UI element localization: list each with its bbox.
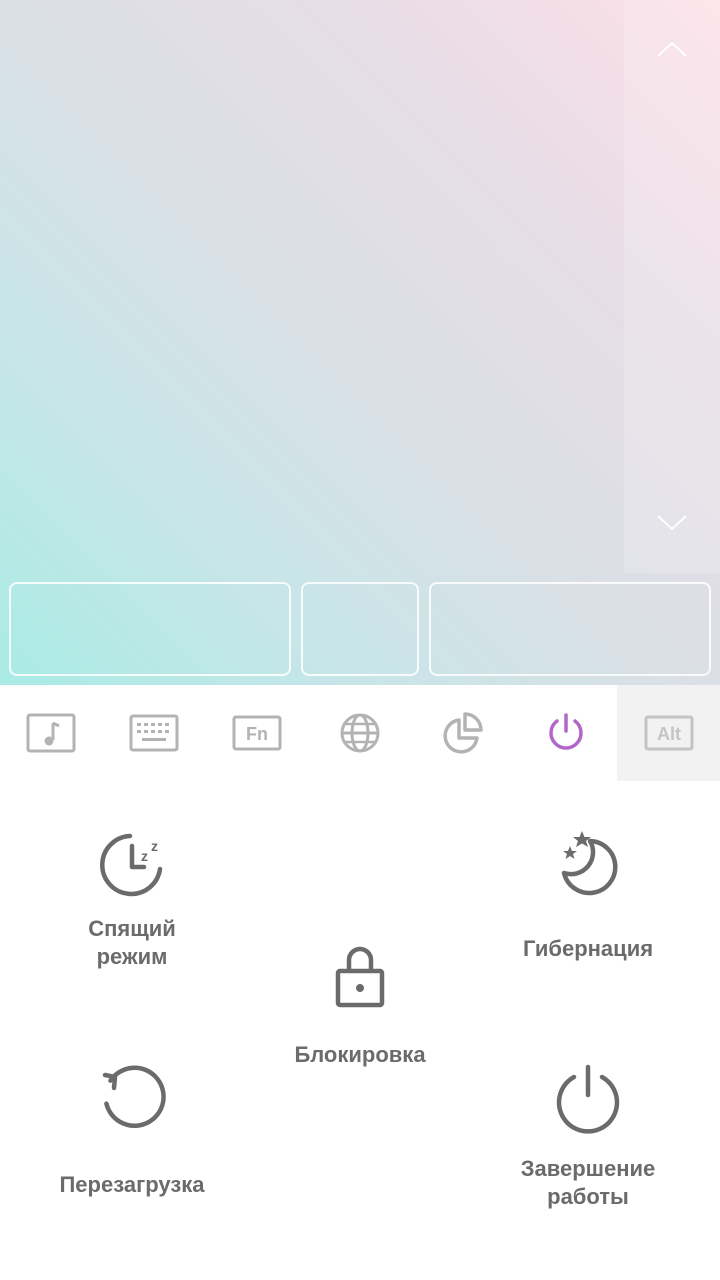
tab-function-keys[interactable]: Fn <box>206 685 309 781</box>
scroll-strip[interactable] <box>624 0 720 573</box>
alt-key-icon: Alt <box>644 715 694 751</box>
reboot-label: Перезагрузка <box>59 1172 205 1197</box>
sleep-icon: z z <box>100 833 163 897</box>
svg-text:z: z <box>151 838 158 854</box>
alt-key-label: Alt <box>657 724 681 744</box>
middle-click-button[interactable] <box>301 582 419 676</box>
left-click-button[interactable] <box>9 582 291 676</box>
chevron-down-icon[interactable] <box>656 514 688 532</box>
shutdown-label: Завершение работы <box>520 1156 656 1209</box>
keyboard-icon <box>129 714 179 752</box>
touchpad-area[interactable] <box>0 0 720 685</box>
sleep-button[interactable]: z z Спящий режим <box>22 829 242 971</box>
fn-key-label: Fn <box>246 724 268 744</box>
restart-icon <box>102 1065 166 1128</box>
shutdown-button[interactable]: Завершение работы <box>478 1063 698 1211</box>
tab-media[interactable] <box>0 685 103 781</box>
fn-key-icon: Fn <box>232 715 282 751</box>
tab-browser[interactable] <box>309 685 412 781</box>
tab-presentation[interactable] <box>411 685 514 781</box>
moon-stars-icon <box>561 831 618 896</box>
tab-power[interactable] <box>514 685 617 781</box>
music-note-icon <box>26 713 76 753</box>
globe-icon <box>340 713 380 753</box>
tab-alt-key[interactable]: Alt <box>617 685 720 781</box>
pie-chart-icon <box>443 712 483 754</box>
svg-text:z: z <box>141 848 148 864</box>
power-panel: z z Спящий режим Гибернация Блокировка П… <box>0 781 720 1280</box>
mode-toolbar: Fn Alt <box>0 685 720 781</box>
remote-control-screen: Fn Alt z z Спящий режим Гибернация Блоки… <box>0 0 720 1280</box>
hibernate-button[interactable]: Гибернация <box>478 829 698 963</box>
right-click-button[interactable] <box>429 582 711 676</box>
lock-icon <box>335 946 385 1008</box>
lock-button[interactable]: Блокировка <box>250 939 470 1069</box>
chevron-up-icon[interactable] <box>656 40 688 58</box>
reboot-button[interactable]: Перезагрузка <box>22 1063 242 1199</box>
lock-label: Блокировка <box>294 1042 426 1067</box>
power-icon <box>549 713 583 750</box>
tab-keyboard[interactable] <box>103 685 206 781</box>
hibernate-label: Гибернация <box>522 936 654 961</box>
power-off-icon <box>556 1064 620 1134</box>
sleep-label: Спящий режим <box>88 916 176 969</box>
